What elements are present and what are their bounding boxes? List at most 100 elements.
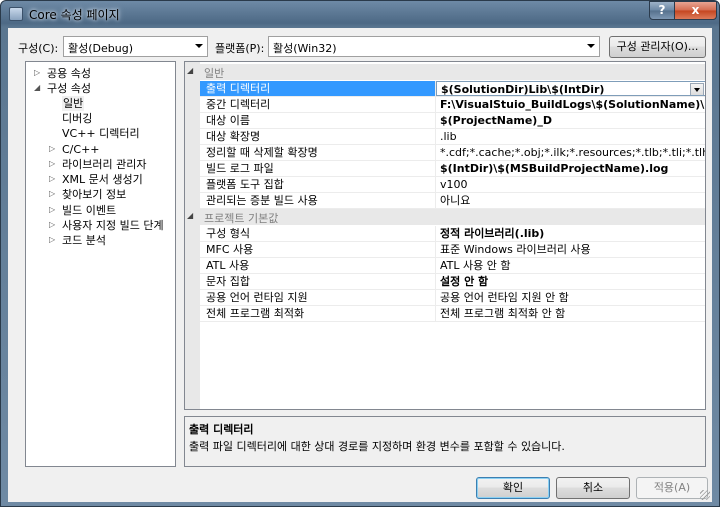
tree-expander-icon[interactable]: ▷ [49,219,59,231]
property-row[interactable]: 플랫폼 도구 집합 v100 [200,177,705,193]
grid-gutter [185,62,200,409]
property-value: $(SolutionDir)Lib\$(IntDir) [441,83,605,96]
platform-combo[interactable]: 활성(Win32) [268,36,600,57]
collapse-icon[interactable]: ◢ [187,211,193,220]
config-combo[interactable]: 활성(Debug) [63,36,208,57]
property-row[interactable]: 출력 디렉터리 $(SolutionDir)Lib\$(IntDir) [200,81,705,97]
property-value[interactable]: $(IntDir)\$(MSBuildProjectName).log [436,161,705,176]
tree-expander-icon[interactable]: ▷ [49,204,59,216]
dialog-window: Core 속성 페이지 ? x 구성(C): 활성(Debug) 플랫폼(P):… [0,0,720,507]
description-title: 출력 디렉터리 [189,423,254,436]
property-name: 빌드 로그 파일 [200,161,436,176]
property-row[interactable]: 관리되는 증분 빌드 사용 아니요 [200,193,705,209]
config-label: 구성(C): [18,42,59,55]
tree-item-label: 라이브러리 관리자 [62,158,147,171]
tree-item-label: 일반 [62,96,85,111]
tree-item-label: 빌드 이벤트 [62,204,117,217]
tree-expander-icon[interactable]: ◢ [34,82,44,94]
help-button[interactable]: ? [649,1,675,20]
property-name: MFC 사용 [200,242,436,257]
property-value[interactable]: v100 [436,177,705,192]
property-name: 출력 디렉터리 [200,81,436,96]
property-name: 전체 프로그램 최적화 [200,306,436,321]
property-name: ATL 사용 [200,258,436,273]
tree-item-label: C/C++ [62,143,100,156]
property-name: 문자 집합 [200,274,436,289]
property-name: 공용 언어 런타임 지원 [200,290,436,305]
property-name: 대상 확장명 [200,129,436,144]
app-icon [9,7,23,21]
category-general[interactable]: ◢ 일반 [185,64,705,80]
property-row[interactable]: MFC 사용 표준 Windows 라이브러리 사용 [200,242,705,258]
property-value[interactable]: 표준 Windows 라이브러리 사용 [436,242,705,257]
property-tree[interactable]: ▷ 공용 속성 ◢ 구성 속성 일반 디버깅 VC++ 디렉터리 ▷ C/C++… [25,61,176,467]
apply-button[interactable]: 적용(A) [636,477,708,499]
platform-value: 활성(Win32) [273,42,337,55]
tree-expander-icon[interactable]: ▷ [34,67,44,79]
tree-expander-icon[interactable]: ▷ [49,173,59,185]
tree-expander-icon[interactable]: ▷ [49,143,59,155]
property-value[interactable]: ATL 사용 안 함 [436,258,705,273]
property-row[interactable]: 공용 언어 런타임 지원 공용 언어 런타임 지원 안 함 [200,290,705,306]
chevron-down-icon[interactable] [582,37,599,56]
property-name: 대상 이름 [200,113,436,128]
tree-expander-icon [49,97,59,109]
property-value[interactable]: $(ProjectName)_D [436,113,705,128]
tree-item-label: 디버깅 [62,112,93,125]
dialog-client: 구성(C): 활성(Debug) 플랫폼(P): 활성(Win32) 구성 관리… [8,28,712,502]
property-value[interactable]: 정적 라이브러리(.lib) [436,226,705,241]
platform-label: 플랫폼(P): [215,42,265,55]
property-row[interactable]: 대상 확장명 .lib [200,129,705,145]
property-row[interactable]: 문자 집합 설정 안 함 [200,274,705,290]
cancel-button[interactable]: 취소 [556,477,630,499]
tree-item-label: 코드 분석 [62,234,106,247]
property-name: 정리할 때 삭제할 확장명 [200,145,436,160]
property-row[interactable]: 대상 이름 $(ProjectName)_D [200,113,705,129]
category-project-defaults[interactable]: ◢ 프로젝트 기본값 [185,209,705,225]
property-value[interactable]: .lib [436,129,705,144]
tree-expander-icon [49,112,59,124]
property-value[interactable]: *.cdf;*.cache;*.obj;*.ilk;*.resources;*.… [436,145,705,160]
property-name: 관리되는 증분 빌드 사용 [200,193,436,208]
property-row[interactable]: 전체 프로그램 최적화 전체 프로그램 최적화 안 함 [200,306,705,322]
property-name: 플랫폼 도구 집합 [200,177,436,192]
property-row[interactable]: ATL 사용 ATL 사용 안 함 [200,258,705,274]
property-value[interactable]: 아니요 [436,193,705,208]
tree-item-label: 공용 속성 [47,67,91,80]
window-title: Core 속성 페이지 [29,8,120,22]
property-row[interactable]: 빌드 로그 파일 $(IntDir)\$(MSBuildProjectName)… [200,161,705,177]
tree-expander-icon[interactable]: ▷ [49,234,59,246]
property-row[interactable]: 구성 형식 정적 라이브러리(.lib) [200,226,705,242]
property-name: 중간 디렉터리 [200,97,436,112]
description-panel: 출력 디렉터리 출력 파일 디렉터리에 대한 상대 경로를 지정하며 환경 변수… [184,416,706,467]
property-row[interactable]: 정리할 때 삭제할 확장명 *.cdf;*.cache;*.obj;*.ilk;… [200,145,705,161]
collapse-icon[interactable]: ◢ [187,66,193,75]
description-text: 출력 파일 디렉터리에 대한 상대 경로를 지정하며 환경 변수를 포함할 수 … [189,440,565,453]
tree-expander-icon[interactable]: ▷ [49,188,59,200]
chevron-down-icon[interactable] [190,37,207,56]
property-name: 구성 형식 [200,226,436,241]
tree-item-label: 구성 속성 [47,82,91,95]
tree-item-label: VC++ 디렉터리 [62,127,140,140]
config-manager-button[interactable]: 구성 관리자(O)... [609,36,706,58]
config-value: 활성(Debug) [68,42,133,55]
property-value[interactable]: 전체 프로그램 최적화 안 함 [436,306,705,321]
close-button[interactable]: x [674,1,717,20]
category-label: 일반 [204,67,225,80]
property-grid[interactable]: ◢ 일반 출력 디렉터리 $(SolutionDir)Lib\$(IntDir)… [184,61,706,410]
tree-expander-icon [49,127,59,139]
property-row[interactable]: 중간 디렉터리 F:\VisualStuio_BuildLogs\$(Solut… [200,97,705,113]
ok-button[interactable]: 확인 [476,477,550,499]
property-value[interactable]: F:\VisualStuio_BuildLogs\$(SolutionName)… [436,97,705,112]
tree-item-label: XML 문서 생성기 [62,173,143,186]
category-label: 프로젝트 기본값 [204,212,279,225]
tree-expander-icon[interactable]: ▷ [49,158,59,170]
tree-item-label: 찾아보기 정보 [62,188,127,201]
chevron-down-icon[interactable] [690,83,704,95]
resize-grip[interactable] [700,490,710,500]
tree-item-label: 사용자 지정 빌드 단계 [62,219,164,232]
property-value[interactable]: 공용 언어 런타임 지원 안 함 [436,290,705,305]
title-bar[interactable]: Core 속성 페이지 ? x [1,1,719,27]
property-value[interactable]: 설정 안 함 [436,274,705,289]
property-value-field[interactable]: $(SolutionDir)Lib\$(IntDir) [436,81,705,96]
